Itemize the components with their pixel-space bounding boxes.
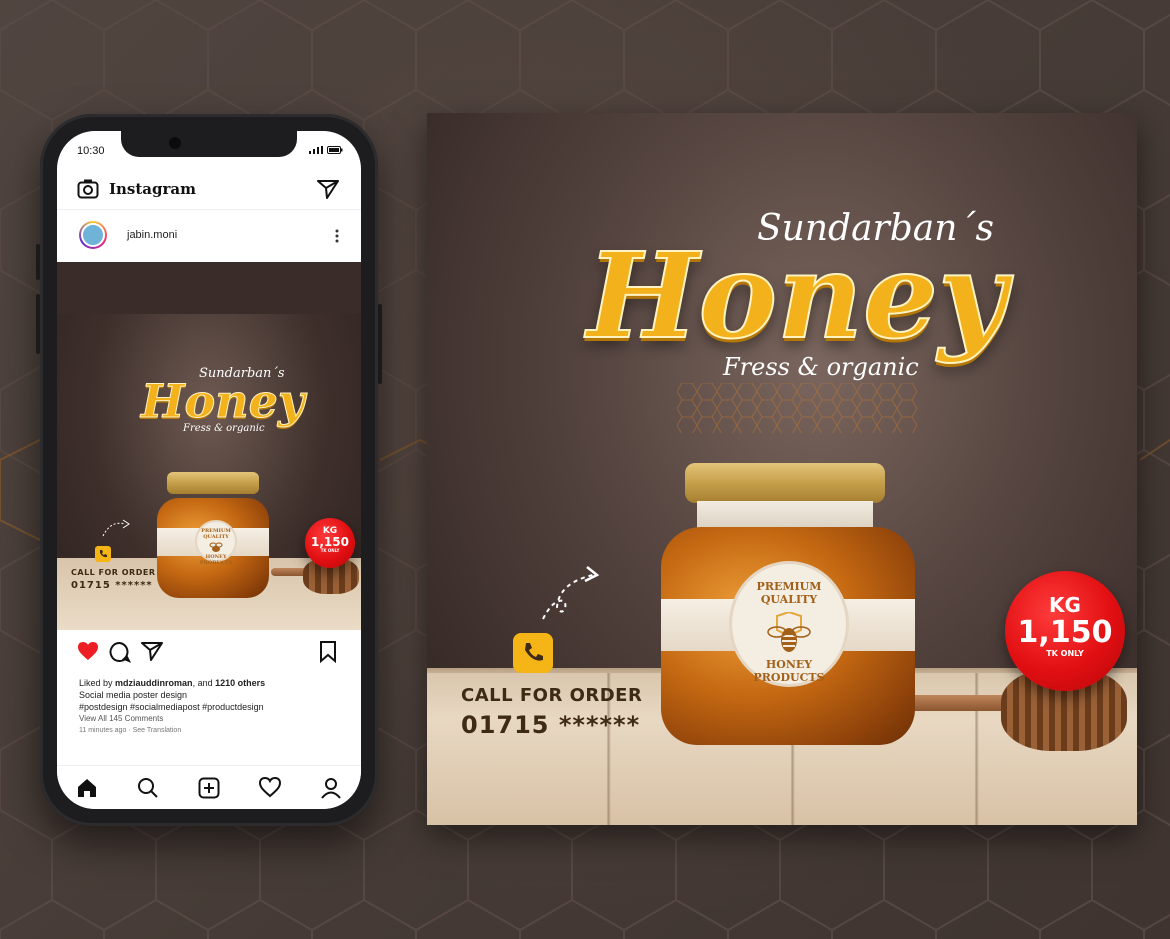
brand-main: Honey (586, 226, 1008, 365)
mini-tagline: Fress & organic (183, 423, 265, 434)
bee-icon (209, 542, 223, 552)
post-meta: Liked by mdziauddinroman, and 1210 other… (79, 677, 349, 737)
hashtags[interactable]: #postdesign #socialmediapost #productdes… (79, 701, 349, 713)
liked-by-line: Liked by mdziauddinroman, and 1210 other… (79, 678, 266, 688)
power-button (378, 304, 382, 384)
status-time: 10:30 (77, 145, 105, 157)
price-note: TK ONLY (1046, 649, 1084, 658)
liked-user-link[interactable]: mdziauddinroman (115, 678, 193, 688)
label-top-text: PREMIUM QUALITY (756, 580, 822, 606)
jar-lid (685, 463, 885, 503)
status-icons (309, 146, 343, 154)
battery-icon (327, 146, 343, 154)
mini-jar-label: PREMIUM QUALITY HONEY PRODUCTS (195, 520, 237, 566)
phone-screen: 10:30 Instagram jabin.moni Sundarban´s H… (57, 131, 361, 809)
honey-poster: Sundarban´s Honey Fress & organic PREMIU… (427, 113, 1137, 825)
volume-button (36, 294, 40, 354)
instagram-header: Instagram (57, 169, 361, 210)
price-value: 1,150 (1017, 615, 1113, 650)
mini-price-badge: KG 1,150 TK ONLY (305, 518, 355, 568)
arrow-icon (102, 519, 130, 537)
app-title: Instagram (109, 180, 196, 198)
post-actions (57, 631, 361, 671)
mini-brand-main: Honey (141, 374, 306, 429)
heart-icon[interactable] (77, 641, 99, 661)
signal-icon (309, 146, 323, 154)
avatar[interactable] (79, 221, 107, 249)
bookmark-icon[interactable] (319, 641, 337, 663)
phone-mockup: 10:30 Instagram jabin.moni Sundarban´s H… (36, 114, 382, 826)
more-vertical-icon[interactable] (335, 229, 339, 243)
post-image[interactable]: Sundarban´s Honey Fress & organic PREMIU… (57, 262, 361, 630)
mini-phone-number: 01715 ****** (71, 580, 153, 591)
label-bottom-text: HONEY PRODUCTS (753, 658, 825, 684)
price-badge: KG 1,150 TK ONLY (1005, 571, 1125, 691)
share-icon[interactable] (141, 641, 163, 661)
volume-button (36, 244, 40, 280)
bottom-nav (57, 765, 361, 809)
phone-icon (513, 633, 553, 673)
comment-icon[interactable] (109, 641, 131, 663)
home-icon[interactable] (76, 777, 98, 799)
liked-others-link[interactable]: 1210 others (215, 678, 265, 688)
honeycomb-decoration (677, 383, 917, 433)
search-icon[interactable] (137, 777, 159, 799)
mini-phone-icon (95, 546, 111, 562)
camera-icon[interactable] (77, 179, 99, 199)
mini-jar-lid (167, 472, 259, 494)
profile-icon[interactable] (320, 777, 342, 799)
post-image-top (57, 262, 361, 314)
tagline: Fress & organic (723, 353, 919, 381)
send-icon[interactable] (317, 179, 339, 199)
notch (121, 131, 297, 157)
caption: Social media poster design (79, 690, 188, 700)
post-user-row: jabin.moni (57, 211, 361, 261)
username[interactable]: jabin.moni (127, 229, 177, 241)
call-label: CALL FOR ORDER (461, 685, 643, 706)
view-comments-link[interactable]: View All 145 Comments (79, 713, 349, 725)
bee-icon (767, 612, 811, 652)
price-unit: KG (1049, 593, 1081, 617)
heart-outline-icon[interactable] (258, 777, 281, 799)
mini-call-label: CALL FOR ORDER (71, 568, 156, 577)
phone-number: 01715 ****** (461, 711, 641, 739)
post-time: 11 minutes ago · See Translation (79, 727, 182, 734)
front-camera (169, 137, 181, 149)
add-post-icon[interactable] (198, 777, 220, 799)
jar-label: PREMIUM QUALITY HONEY PRODUCTS (729, 561, 849, 687)
arrow-icon (542, 566, 600, 620)
